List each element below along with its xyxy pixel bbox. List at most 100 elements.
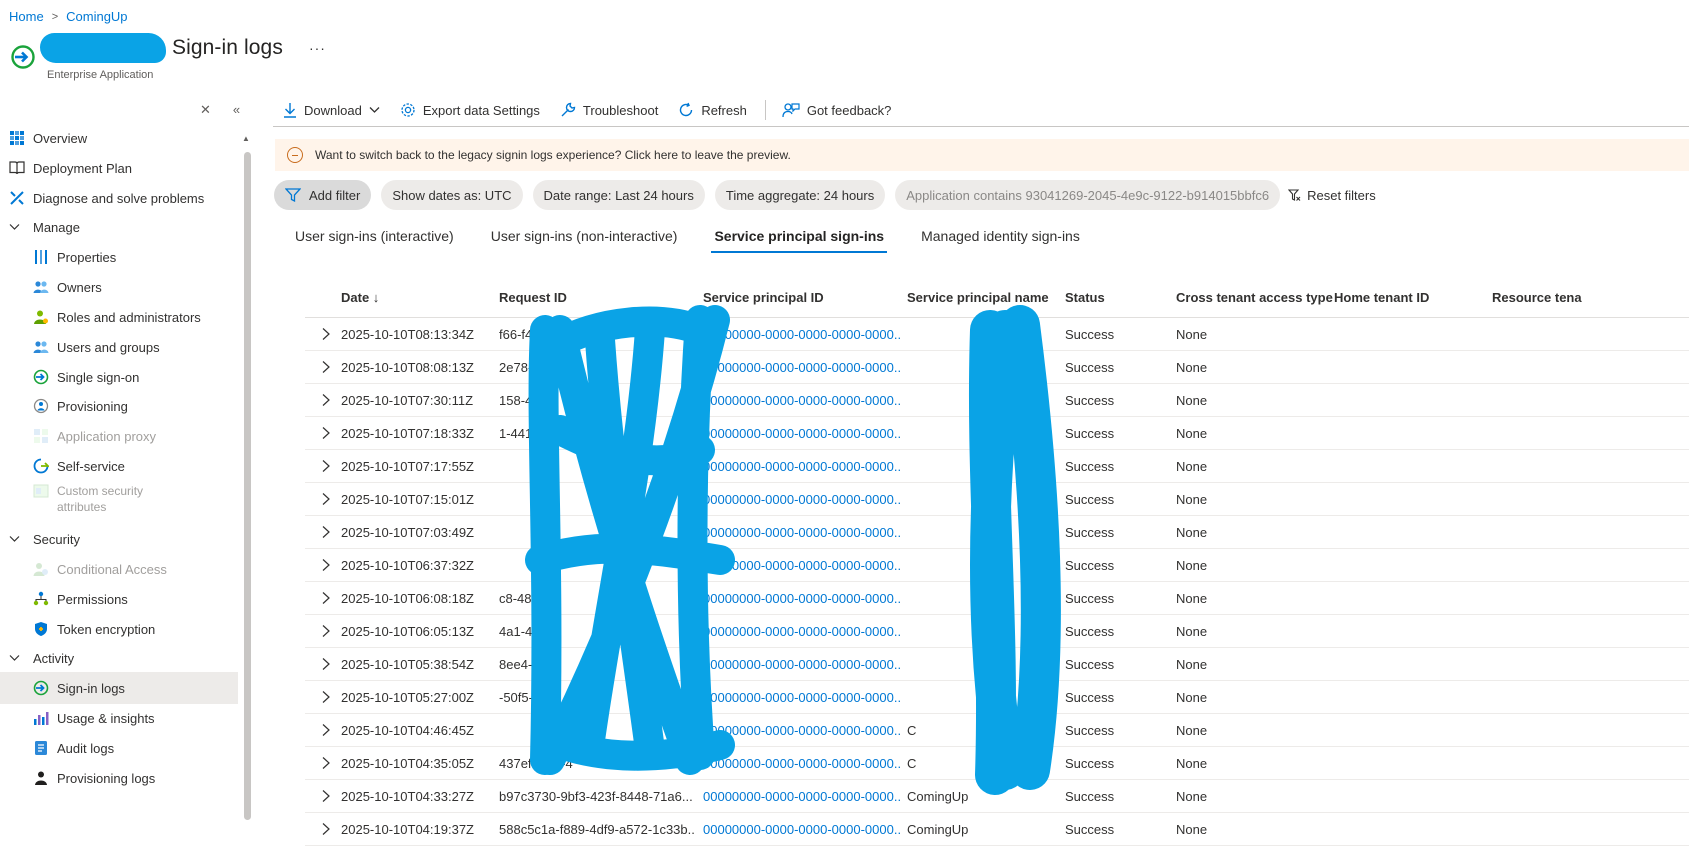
sidebar-item-roles-and-administrators[interactable]: Roles and administrators	[0, 301, 238, 333]
sidebar-item-application-proxy[interactable]: Application proxy	[0, 420, 238, 452]
cell-sp-id[interactable]: 00000000-0000-0000-0000-0000...	[703, 657, 901, 672]
sidebar-item-self-service[interactable]: Self-service	[0, 450, 238, 482]
chevron-right-icon[interactable]	[320, 657, 334, 671]
breadcrumb-app[interactable]: ComingUp	[66, 9, 127, 24]
table-row[interactable]: 2025-10-10T07:30:11Z 158-4335 00000000-000…	[305, 384, 1689, 417]
sidebar-item-single-sign-on[interactable]: Single sign-on	[0, 361, 238, 393]
application-filter[interactable]: Application contains 93041269-2045-4e9c-…	[895, 180, 1281, 210]
sidebar-group-activity[interactable]: Activity	[0, 642, 238, 674]
sidebar-item-users-and-groups[interactable]: Users and groups	[0, 331, 238, 363]
column-sp-id[interactable]: Service principal ID	[703, 290, 824, 305]
sidebar-item-custom-security-attributes[interactable]: Custom security attributes	[0, 480, 238, 520]
table-row[interactable]: 2025-10-10T04:33:27Z b97c3730-9bf3-423f-8…	[305, 780, 1689, 813]
chevron-right-icon[interactable]	[320, 690, 334, 704]
chevron-right-icon[interactable]	[320, 723, 334, 737]
column-date[interactable]: Date ↓	[341, 290, 379, 305]
cell-sp-id[interactable]: 00000000-0000-0000-0000-0000...	[703, 558, 901, 573]
column-status[interactable]: Status	[1065, 290, 1105, 305]
more-options-button[interactable]: ···	[309, 40, 326, 56]
download-button[interactable]: Download	[283, 102, 380, 118]
cell-sp-id[interactable]: 00000000-0000-0000-0000-0000...	[703, 756, 901, 771]
table-row[interactable]: 2025-10-10T07:17:55Z 00000000-0000-0000-0…	[305, 450, 1689, 483]
cell-sp-id[interactable]: 00000000-0000-0000-0000-0000...	[703, 360, 901, 375]
column-resource-tenant[interactable]: Resource tena	[1492, 290, 1582, 305]
cell-sp-id[interactable]: 00000000-0000-0000-0000-0000...	[703, 624, 901, 639]
chevron-right-icon[interactable]	[320, 558, 334, 572]
table-row[interactable]: 2025-10-10T04:19:37Z 588c5c1a-f889-4df9-a…	[305, 813, 1689, 846]
sidebar-item-provisioning[interactable]: Provisioning	[0, 390, 238, 422]
column-cross-tenant[interactable]: Cross tenant access type	[1176, 290, 1333, 305]
cell-sp-id[interactable]: 00000000-0000-0000-0000-0000...	[703, 789, 901, 804]
sidebar-item-overview[interactable]: Overview	[0, 122, 238, 154]
chevron-right-icon[interactable]	[320, 492, 334, 506]
column-sp-name[interactable]: Service principal name	[907, 290, 1049, 305]
cell-sp-id[interactable]: 00000000-0000-0000-0000-0000...	[703, 525, 901, 540]
show-dates-filter[interactable]: Show dates as: UTC	[381, 180, 523, 210]
table-row[interactable]: 2025-10-10T06:08:18Z c8-48 00000000-0000-0…	[305, 582, 1689, 615]
breadcrumb-home[interactable]: Home	[9, 9, 44, 24]
table-row[interactable]: 2025-10-10T06:37:32Z 00000000-0000-0000-0…	[305, 549, 1689, 582]
cell-sp-id[interactable]: 00000000-0000-0000-0000-0000...	[703, 723, 901, 738]
cell-sp-id[interactable]: 00000000-0000-0000-0000-0000...	[703, 492, 901, 507]
sidebar-item-diagnose-and-solve-problems[interactable]: Diagnose and solve problems	[0, 182, 238, 214]
date-range-filter[interactable]: Date range: Last 24 hours	[532, 180, 705, 210]
table-row[interactable]: 2025-10-10T05:27:00Z -50f5-4fb 00000000-00…	[305, 681, 1689, 714]
chevron-right-icon[interactable]	[320, 459, 334, 473]
cell-sp-id[interactable]: 00000000-0000-0000-0000-0000...	[703, 393, 901, 408]
cell-sp-id[interactable]: 00000000-0000-0000-0000-0000...	[703, 327, 901, 342]
chevron-right-icon[interactable]	[320, 822, 334, 836]
sidebar-item-properties[interactable]: Properties	[0, 241, 238, 273]
cell-sp-id[interactable]: 00000000-0000-0000-0000-0000...	[703, 690, 901, 705]
tab-user-sign-ins-interactive[interactable]: User sign-ins (interactive)	[295, 228, 454, 253]
sidebar-scrollbar[interactable]	[244, 152, 251, 820]
add-filter-button[interactable]: Add filter	[274, 180, 372, 210]
sidebar-item-conditional-access[interactable]: Conditional Access	[0, 553, 238, 585]
export-settings-button[interactable]: Export data Settings	[400, 102, 540, 118]
sidebar-item-deployment-plan[interactable]: Deployment Plan	[0, 152, 238, 184]
time-aggregate-filter[interactable]: Time aggregate: 24 hours	[714, 180, 886, 210]
chevron-right-icon[interactable]	[320, 426, 334, 440]
refresh-button[interactable]: Refresh	[678, 102, 747, 118]
table-row[interactable]: 2025-10-10T08:13:34Z f66-f450-4771-9250 00…	[305, 318, 1689, 351]
table-row[interactable]: 2025-10-10T07:18:33Z 1-441 00000000-0000-0…	[305, 417, 1689, 450]
table-row[interactable]: 2025-10-10T07:03:49Z 00000000-0000-0000-0…	[305, 516, 1689, 549]
column-home-tenant[interactable]: Home tenant ID	[1334, 290, 1429, 305]
scroll-up-icon[interactable]: ▲	[242, 134, 250, 143]
reset-filters-button[interactable]: Reset filters	[1288, 188, 1376, 203]
sidebar-item-token-encryption[interactable]: Token encryption	[0, 613, 238, 645]
sidebar-group-security[interactable]: Security	[0, 523, 238, 555]
table-row[interactable]: 2025-10-10T04:46:45Z 00000000-0000-0000-0…	[305, 714, 1689, 747]
sidebar-group-manage[interactable]: Manage	[0, 211, 238, 243]
sidebar-item-owners[interactable]: Owners	[0, 271, 238, 303]
cell-sp-id[interactable]: 00000000-0000-0000-0000-0000...	[703, 459, 901, 474]
chevron-right-icon[interactable]	[320, 591, 334, 605]
table-row[interactable]: 2025-10-10T08:08:13Z 2e78-4c0 00000000-000…	[305, 351, 1689, 384]
chevron-right-icon[interactable]	[320, 624, 334, 638]
chevron-right-icon[interactable]	[320, 360, 334, 374]
cell-sp-id[interactable]: 00000000-0000-0000-0000-0000...	[703, 822, 901, 837]
table-row[interactable]: 2025-10-10T04:35:05Z 437ef-3f09-4 00000000…	[305, 747, 1689, 780]
tab-managed-identity-sign-ins[interactable]: Managed identity sign-ins	[921, 228, 1080, 253]
chevron-right-icon[interactable]	[320, 393, 334, 407]
cell-sp-id[interactable]: 00000000-0000-0000-0000-0000...	[703, 591, 901, 606]
sidebar-item-provisioning-logs[interactable]: Provisioning logs	[0, 762, 238, 794]
chevron-right-icon[interactable]	[320, 756, 334, 770]
feedback-button[interactable]: Got feedback?	[782, 102, 891, 118]
sidebar-item-sign-in-logs[interactable]: Sign-in logs	[0, 672, 238, 704]
column-request-id[interactable]: Request ID	[499, 290, 567, 305]
sidebar-item-audit-logs[interactable]: Audit logs	[0, 732, 238, 764]
legacy-experience-banner[interactable]: Want to switch back to the legacy signin…	[275, 139, 1689, 171]
table-row[interactable]: 2025-10-10T07:15:01Z 00000000-0000-0000-0…	[305, 483, 1689, 516]
chevron-right-icon[interactable]	[320, 789, 334, 803]
table-row[interactable]: 2025-10-10T06:05:13Z 4a1-4db 00000000-0000…	[305, 615, 1689, 648]
chevron-right-icon[interactable]	[320, 525, 334, 539]
chevron-right-icon[interactable]	[320, 327, 334, 341]
close-icon[interactable]: ✕	[200, 102, 211, 118]
collapse-icon[interactable]: «	[233, 102, 240, 118]
sidebar-item-usage-insights[interactable]: Usage & insights	[0, 702, 238, 734]
table-row[interactable]: 2025-10-10T05:38:54Z 8ee4-479 00000000-000…	[305, 648, 1689, 681]
tab-service-principal-sign-ins[interactable]: Service principal sign-ins	[711, 228, 887, 253]
sidebar-item-permissions[interactable]: Permissions	[0, 583, 238, 615]
tab-user-sign-ins-non-interactive[interactable]: User sign-ins (non-interactive)	[491, 228, 678, 253]
troubleshoot-button[interactable]: Troubleshoot	[560, 102, 658, 118]
